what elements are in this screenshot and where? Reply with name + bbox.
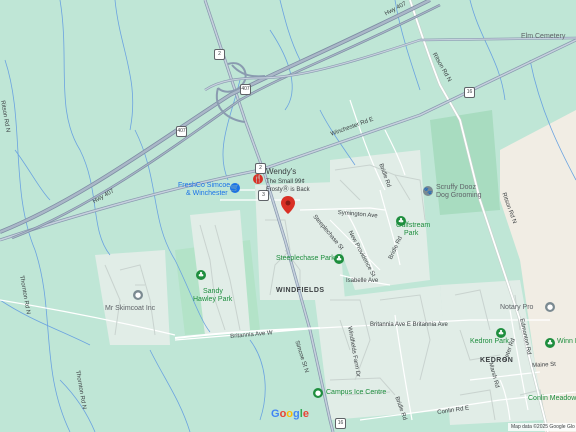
building-icon[interactable]: ●	[545, 302, 555, 312]
tree-icon[interactable]: ♣	[496, 328, 506, 338]
poi-label[interactable]: Gulfstream	[396, 222, 430, 230]
poi-label[interactable]: Kedron Park	[470, 338, 509, 346]
area-label: KEDRON	[480, 357, 514, 364]
tree-icon[interactable]: ♣	[196, 270, 206, 280]
map-attribution[interactable]: Map data ©2025 Google Glo	[508, 423, 576, 431]
route-shield: 407	[240, 84, 251, 95]
poi-label[interactable]: Elm Cemetery	[521, 33, 565, 41]
route-shield: 16	[335, 418, 346, 429]
route-shield: 407	[176, 126, 187, 137]
poi-label[interactable]: Park	[404, 230, 418, 238]
poi-label[interactable]: Notary Pro	[500, 304, 533, 312]
poi-label[interactable]: Mr Skimcoat Inc	[105, 305, 155, 313]
poi-sublabel: The Small 99¢	[266, 179, 305, 185]
route-shield: 2	[255, 163, 266, 174]
poi-label[interactable]: Conlin Meadows	[528, 395, 576, 403]
poi-label[interactable]: Sandy	[203, 288, 223, 296]
tree-icon[interactable]: ♣	[545, 338, 555, 348]
map-canvas[interactable]: 407 2 2 3 16 407 16 Hwy 407 Hwy 407 Rits…	[0, 0, 576, 432]
poi-label[interactable]: Winn F	[557, 338, 576, 346]
street-label: Britannia Ave E Britannia Ave	[370, 322, 448, 328]
poi-label[interactable]: Steeplechase Park	[276, 255, 335, 263]
route-shield: 2	[214, 49, 225, 60]
location-pin-icon[interactable]	[281, 196, 295, 214]
area-label: WINDFIELDS	[276, 287, 325, 294]
poi-label[interactable]: Wendy's	[266, 168, 296, 176]
stadium-icon[interactable]: ●	[313, 388, 323, 398]
route-shield: 16	[464, 87, 475, 98]
poi-label[interactable]: & Winchester	[186, 190, 228, 198]
building-icon[interactable]: ●	[133, 290, 143, 300]
google-logo: Google	[271, 408, 309, 420]
poi-label[interactable]: FreshCo Simcoe	[178, 182, 230, 190]
pet-icon[interactable]: 🐾	[423, 186, 433, 196]
poi-label[interactable]: Scruffy Dooz	[436, 184, 476, 192]
street-label: Isabelle Ave	[346, 278, 379, 284]
restaurant-icon[interactable]: 🍴	[253, 174, 263, 184]
urban-area	[315, 285, 450, 420]
poi-label[interactable]: Campus Ice Centre	[326, 389, 386, 397]
poi-label[interactable]: Hawley Park	[193, 296, 232, 304]
tree-icon[interactable]: ♣	[334, 254, 344, 264]
poi-sublabel: FrostyⓇ is Back	[266, 187, 310, 193]
shopping-cart-icon[interactable]: 🛒	[230, 183, 240, 193]
poi-label[interactable]: Dog Grooming	[436, 192, 482, 200]
street-label: Maine St	[532, 361, 556, 369]
